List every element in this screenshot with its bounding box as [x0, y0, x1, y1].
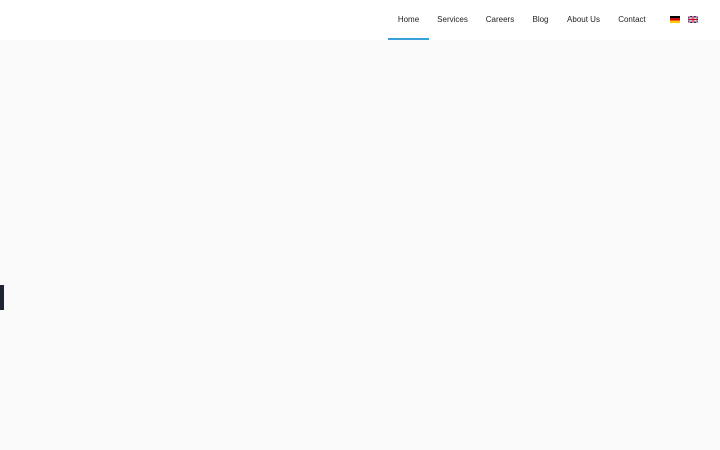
german-flag-icon[interactable]	[670, 16, 680, 23]
main-content	[0, 40, 720, 450]
side-tab-handle[interactable]	[0, 285, 4, 310]
nav-about-us[interactable]: About Us	[563, 0, 604, 40]
nav-home[interactable]: Home	[388, 0, 429, 40]
nav-careers[interactable]: Careers	[482, 0, 518, 40]
nav-services[interactable]: Services	[434, 0, 471, 40]
site-header: Home Services Careers Blog About Us Cont…	[0, 0, 720, 40]
nav-blog[interactable]: Blog	[529, 0, 552, 40]
nav-contact[interactable]: Contact	[614, 0, 650, 40]
uk-flag-icon[interactable]	[688, 16, 698, 23]
